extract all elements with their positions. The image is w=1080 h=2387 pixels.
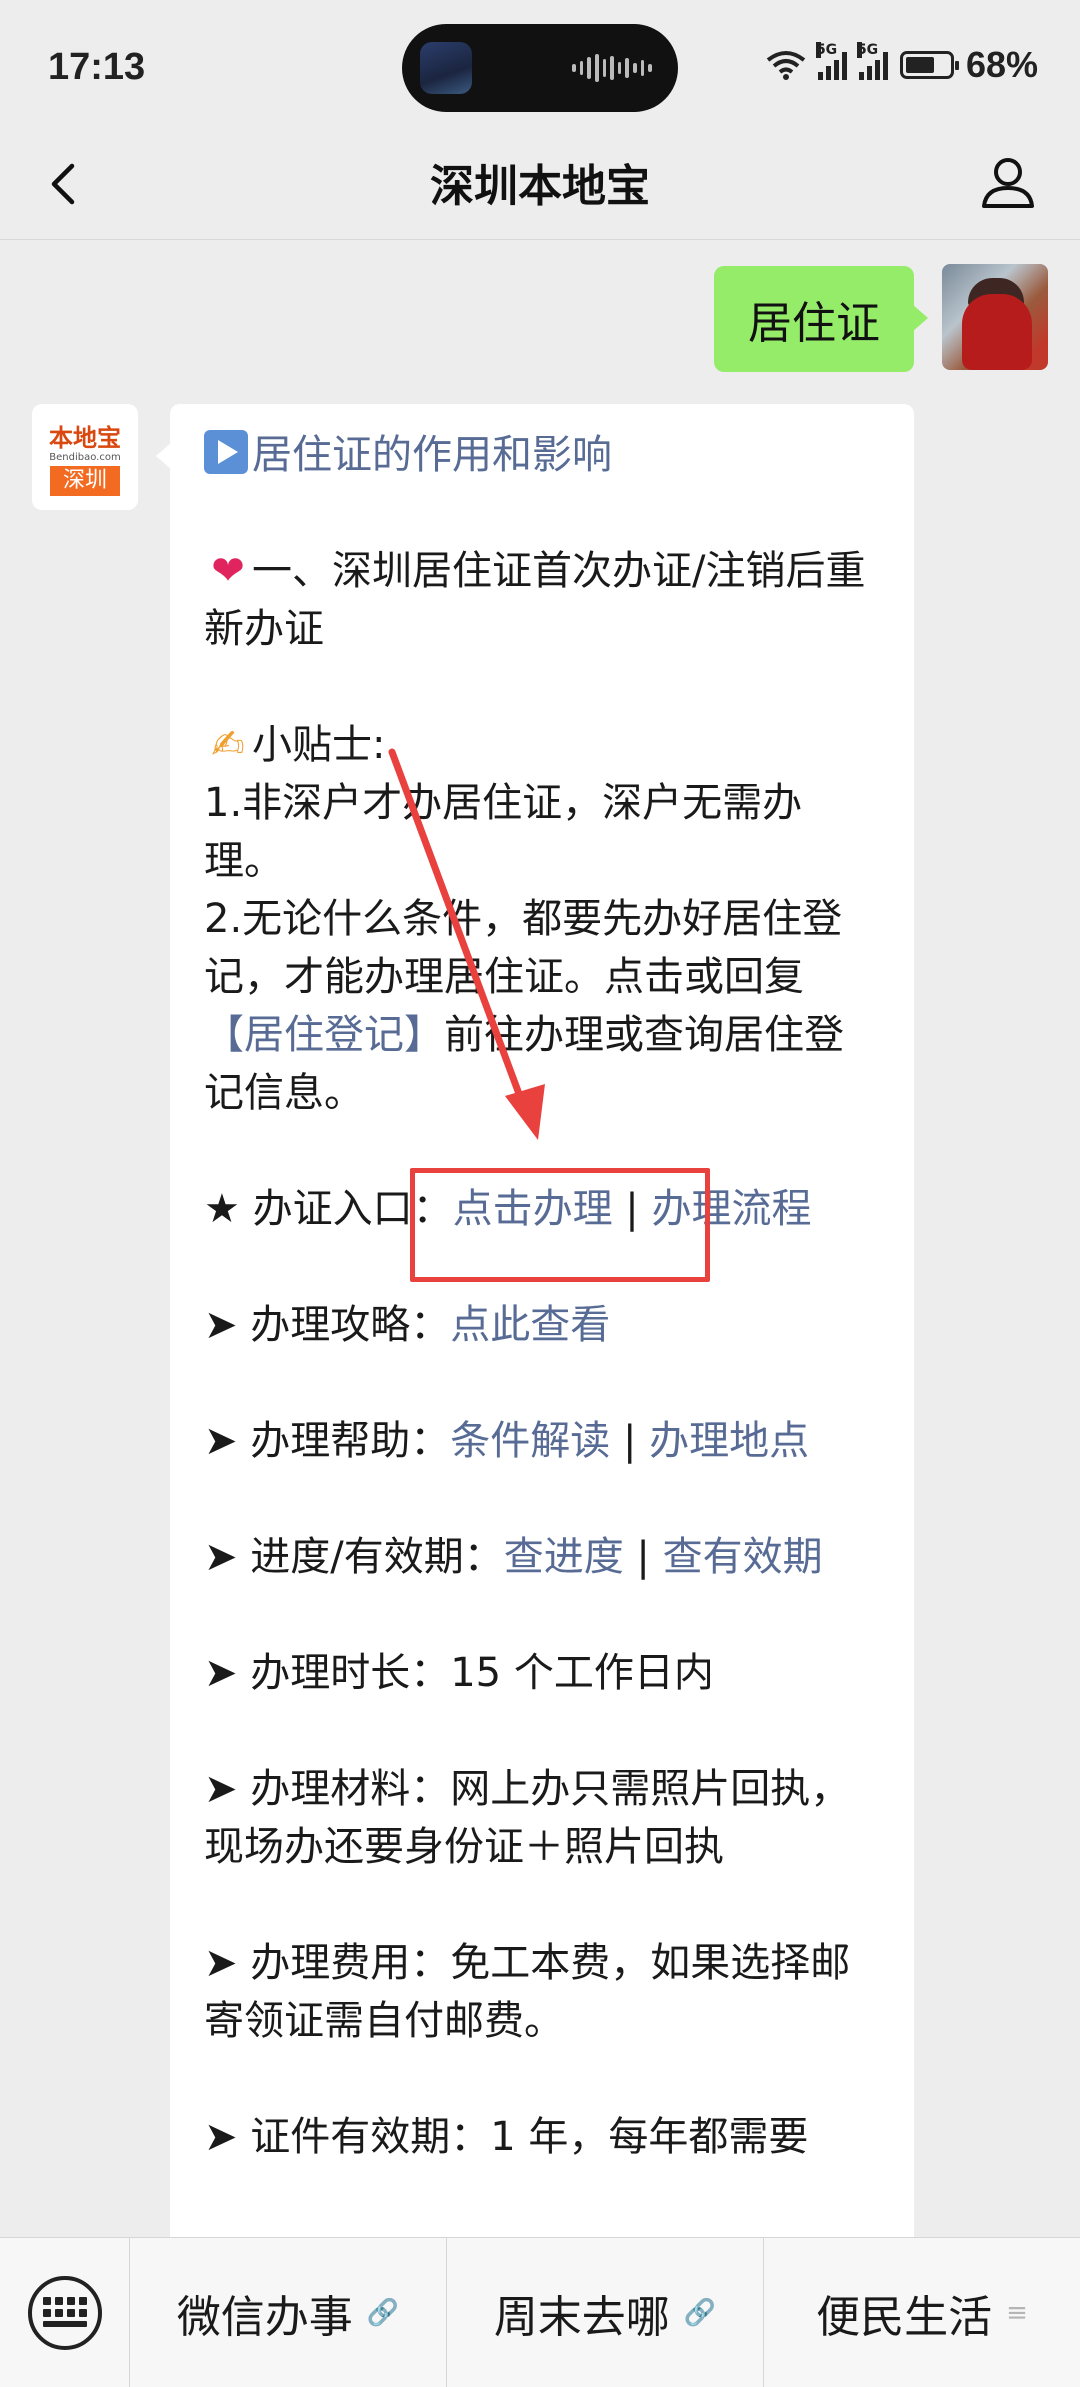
guide-link[interactable]: 点此查看	[450, 1302, 610, 1348]
bot-avatar-brand: 本地宝	[49, 423, 121, 452]
heading-text: 一、深圳居住证首次办证/注销后重新办证	[204, 548, 866, 652]
play-icon	[204, 430, 248, 474]
keyboard-button[interactable]	[0, 2237, 130, 2387]
keyboard-icon	[27, 2275, 102, 2350]
status-time: 17:13	[48, 46, 146, 88]
menu-item-label: 便民生活	[816, 2291, 993, 2343]
bot-message-bubble[interactable]: 居住证的作用和影响 ❤ 一、深圳居住证首次办证/注销后重新办证 ✍ 小贴士: 1.非…	[156, 404, 914, 2237]
status-bar: 17:13 5G 5G 68%	[0, 0, 1080, 130]
link-icon: 🔗	[683, 2297, 717, 2328]
check-progress-link[interactable]: 查进度	[504, 1534, 624, 1580]
page-title: 深圳本地宝	[430, 161, 650, 212]
user-message-text: 居住证	[748, 298, 880, 349]
heading-line: ❤ 一、深圳居住证首次办证/注销后重新办证	[204, 542, 880, 658]
user-message-bubble[interactable]: 居住证	[714, 266, 928, 372]
menu-item-label: 周末去哪	[493, 2291, 670, 2343]
menu-item-convenience[interactable]: 便民生活 ≡	[764, 2238, 1080, 2387]
battery-icon	[899, 51, 959, 79]
entry-line: ★ 办证入口：点击办理 | 办理流程	[204, 1186, 812, 1232]
materials-line: ➤ 办理材料：网上办只需照片回执，现场办还要身份证＋照片回执	[204, 1766, 851, 1870]
tip-2: 2.无论什么条件，都要先办好居住登记，才能办理居住证。点击或回复【居住登记】前往…	[204, 896, 844, 1116]
conditions-link[interactable]: 条件解读	[450, 1418, 610, 1464]
process-link[interactable]: 办理流程	[651, 1186, 811, 1232]
menu-item-weekend[interactable]: 周末去哪 🔗	[447, 2237, 764, 2387]
menu-item-label: 微信办事	[176, 2291, 353, 2343]
link-icon: 🔗	[366, 2297, 400, 2328]
person-icon[interactable]	[976, 150, 1040, 214]
apply-link[interactable]: 点击办理	[453, 1186, 613, 1232]
user-avatar[interactable]	[942, 264, 1048, 370]
validity-line: ➤ 证件有效期：1 年，每年都需要	[204, 2114, 809, 2160]
media-thumbnail	[420, 42, 472, 94]
wifi-icon	[766, 51, 806, 80]
locations-link[interactable]: 办理地点	[649, 1418, 809, 1464]
dynamic-island[interactable]	[402, 24, 678, 112]
bot-avatar-city: 深圳	[50, 466, 120, 496]
help-line: ➤ 办理帮助：条件解读 | 办理地点	[204, 1418, 810, 1464]
menu-item-wechat-services[interactable]: 微信办事 🔗	[130, 2237, 447, 2387]
tips-line: ✍ 小贴士:	[204, 716, 880, 774]
status-icons: 5G 5G 68%	[766, 40, 1038, 90]
title-line: 居住证的作用和影响	[204, 426, 880, 484]
signal-1-icon: 5G	[815, 42, 847, 80]
tips-label: 小贴士:	[252, 722, 386, 768]
battery-level	[905, 57, 935, 73]
bot-avatar-url: Bendibao.com	[49, 452, 121, 463]
guide-line: ➤ 办理攻略：点此查看	[204, 1302, 611, 1348]
nav-bar: 深圳本地宝	[0, 130, 1080, 240]
audio-wave-icon	[572, 54, 653, 82]
title-link[interactable]: 居住证的作用和影响	[252, 432, 612, 478]
writing-hand-icon: ✍	[211, 722, 245, 768]
check-validity-link[interactable]: 查有效期	[663, 1534, 823, 1580]
signal-2-icon: 5G	[856, 42, 888, 80]
progress-line: ➤ 进度/有效期：查进度 | 查有效期	[204, 1534, 823, 1580]
bottom-menu: 微信办事 🔗 周末去哪 🔗 便民生活 ≡	[0, 2237, 1080, 2387]
chat-area[interactable]: 居住证 本地宝 Bendibao.com 深圳 居住证的作用和影响 ❤ 一、深圳居…	[0, 240, 1080, 2237]
bot-avatar[interactable]: 本地宝 Bendibao.com 深圳	[32, 404, 138, 510]
fees-line: ➤ 办理费用：免工本费，如果选择邮寄领证需自付邮费。	[204, 1940, 851, 2044]
battery-percent: 68%	[965, 44, 1038, 85]
heart-icon: ❤	[211, 548, 245, 594]
tip-1: 1.非深户才办居住证，深户无需办理。	[204, 780, 803, 884]
duration-line: ➤ 办理时长：15 个工作日内	[204, 1650, 714, 1696]
residence-registration-link[interactable]: 【居住登记】	[204, 1012, 444, 1058]
menu-icon: ≡	[1006, 2297, 1028, 2328]
